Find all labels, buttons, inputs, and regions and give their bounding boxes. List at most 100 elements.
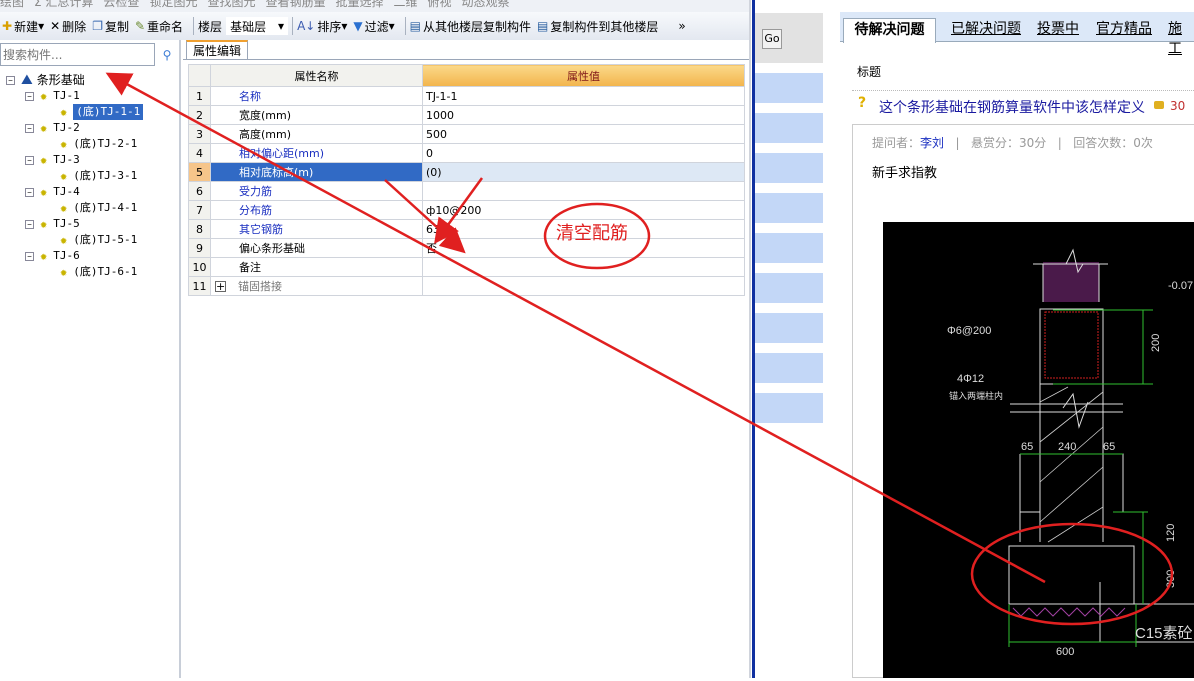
top-toolbar-item[interactable]: 云检查 xyxy=(103,0,139,9)
sidebar-block[interactable] xyxy=(755,393,823,423)
property-name: 偏心条形基础 xyxy=(210,238,423,258)
sidebar-block[interactable] xyxy=(755,233,823,263)
collapse-icon[interactable]: − xyxy=(25,155,34,165)
top-toolbar-item[interactable]: 动态观察 xyxy=(462,0,510,9)
tree-item-group[interactable]: − ✹ TJ-6 xyxy=(25,248,80,264)
tree-root[interactable]: − ⛰ 条形基础 xyxy=(6,72,85,88)
new-button[interactable]: ✚ 新建 ▾ xyxy=(2,18,44,35)
tab-construction[interactable]: 施工 xyxy=(1168,18,1194,58)
cad-drawing: Φ6@200 4Φ12 锚入两端柱内 -0.07 200 65 240 65 1… xyxy=(947,248,1194,658)
asker-link[interactable]: 李刘 xyxy=(920,136,944,150)
table-row[interactable]: 2 宽度(mm) 1000 xyxy=(188,105,745,125)
property-value[interactable]: (0) xyxy=(422,162,745,182)
top-toolbar-item[interactable]: Σ 汇总计算 xyxy=(34,0,93,9)
collapse-icon[interactable]: − xyxy=(25,91,34,101)
component-icon: ✹ xyxy=(40,153,48,167)
rename-icon: ✎ xyxy=(134,19,146,33)
annotation-text: 清空配筋 xyxy=(556,223,628,244)
copy-to-floor-button[interactable]: ▤ 复制构件到其他楼层 xyxy=(537,18,658,35)
property-name: 受力筋 xyxy=(210,181,423,201)
top-toolbar-item[interactable]: 批量选择 xyxy=(335,0,383,9)
top-toolbar-item[interactable]: 查看钢筋量 xyxy=(265,0,325,9)
tree-item-group[interactable]: − ✹ TJ-2 xyxy=(25,120,80,136)
collapse-icon[interactable]: − xyxy=(25,187,34,197)
top-toolbar-item[interactable]: 俯视 xyxy=(428,0,452,9)
property-name: 名称 xyxy=(210,86,423,106)
property-value[interactable] xyxy=(422,257,745,277)
table-row[interactable]: 10 备注 xyxy=(188,257,745,277)
sidebar-block[interactable] xyxy=(755,153,823,183)
filter-button[interactable]: ▼ 过滤 ▾ xyxy=(353,18,394,35)
collapse-icon[interactable]: − xyxy=(25,219,34,229)
tree-item-group[interactable]: − ✹ TJ-5 xyxy=(25,216,80,232)
search-input[interactable] xyxy=(0,43,155,66)
tab-unresolved[interactable]: 待解决问题 xyxy=(843,18,936,43)
collapse-icon[interactable]: − xyxy=(25,251,34,261)
floor-label: 楼层 xyxy=(198,19,223,34)
tab-voting[interactable]: 投票中 xyxy=(1037,18,1079,38)
question-description: 新手求指教 xyxy=(872,166,938,181)
question-link[interactable]: 这个条形基础在钢筋算量软件中该怎样定义 xyxy=(879,97,1145,117)
collapse-icon[interactable]: − xyxy=(25,123,34,133)
search-icon[interactable]: ⚲ xyxy=(156,44,178,66)
property-value[interactable]: TJ-1-1 xyxy=(422,86,745,106)
table-row[interactable]: 6 受力筋 xyxy=(188,181,745,201)
copy-from-floor-icon: ▤ xyxy=(409,19,421,33)
property-value[interactable]: ф10@200 xyxy=(422,200,745,220)
tab-official[interactable]: 官方精品 xyxy=(1096,18,1152,38)
sidebar-block[interactable] xyxy=(755,273,823,303)
property-value[interactable]: 1000 xyxy=(422,105,745,125)
top-toolbar-item[interactable]: 二维 xyxy=(394,0,418,9)
strip-foundation-icon: ⛰ xyxy=(21,72,33,88)
sidebar-block[interactable] xyxy=(755,313,823,343)
floor-select[interactable]: 基础层 ▾ xyxy=(226,17,289,35)
tree-item-child[interactable]: ✹ (底)TJ-4-1 xyxy=(60,200,137,216)
table-row[interactable]: 11 + 锚固搭接 xyxy=(188,276,745,296)
copy-from-floor-button[interactable]: ▤ 从其他楼层复制构件 xyxy=(410,18,531,35)
drawing-label: 锚入两端柱内 xyxy=(949,390,1003,401)
tab-resolved[interactable]: 已解决问题 xyxy=(951,18,1021,38)
table-row[interactable]: 1 名称 TJ-1-1 xyxy=(188,86,745,106)
sidebar-block[interactable] xyxy=(755,353,823,383)
property-value[interactable] xyxy=(422,276,745,296)
property-value[interactable]: 0 xyxy=(422,143,745,163)
row-number: 2 xyxy=(188,105,211,125)
tree-item-child[interactable]: ✹ (底)TJ-1-1 xyxy=(60,104,144,120)
tree-item-child[interactable]: ✹ (底)TJ-2-1 xyxy=(60,136,137,152)
tree-item-child[interactable]: ✹ (底)TJ-3-1 xyxy=(60,168,137,184)
sidebar-block[interactable] xyxy=(755,113,823,143)
drawing-label: 65 xyxy=(1021,441,1033,453)
tree-item-group[interactable]: − ✹ TJ-3 xyxy=(25,152,80,168)
tree-item-child[interactable]: ✹ (底)TJ-5-1 xyxy=(60,232,137,248)
question-tabs: 待解决问题 已解决问题 投票中 官方精品 施工 xyxy=(840,12,1194,57)
top-toolbar-item[interactable]: 锁定图元 xyxy=(149,0,197,9)
sort-button[interactable]: A↓ 排序 ▾ xyxy=(297,18,347,35)
tree-item-child[interactable]: ✹ (底)TJ-6-1 xyxy=(60,264,137,280)
row-number: 8 xyxy=(188,219,211,239)
drawing-label: 600 xyxy=(1056,646,1074,658)
more-button[interactable]: » xyxy=(678,19,685,33)
table-row[interactable]: 8 其它钢筋 63 xyxy=(188,219,745,239)
table-row[interactable]: 3 高度(mm) 500 xyxy=(188,124,745,144)
delete-button[interactable]: ✕ 删除 xyxy=(50,18,86,35)
go-button[interactable]: Go xyxy=(762,29,782,49)
table-row[interactable]: 7 分布筋 ф10@200 xyxy=(188,200,745,220)
collapse-icon[interactable]: − xyxy=(6,75,15,85)
row-number: 9 xyxy=(188,238,211,258)
tree-item-group[interactable]: − ✹ TJ-4 xyxy=(25,184,80,200)
rename-button[interactable]: ✎ 重命名 xyxy=(135,18,183,35)
top-toolbar-item[interactable]: 绘图 xyxy=(0,0,24,9)
sidebar-block[interactable] xyxy=(755,193,823,223)
table-row[interactable]: 4 相对偏心距(mm) 0 xyxy=(188,143,745,163)
top-toolbar-item[interactable]: 查找图元 xyxy=(207,0,255,9)
browser-sidebar: Go xyxy=(755,0,823,678)
copy-button[interactable]: ❐ 复制 xyxy=(92,18,129,35)
tab-property-edit[interactable]: 属性编辑 xyxy=(186,40,249,60)
table-row[interactable]: 9 偏心条形基础否 xyxy=(188,238,745,258)
property-value[interactable]: 500 xyxy=(422,124,745,144)
table-row[interactable]: 5 相对底标高(m) (0) xyxy=(188,162,745,182)
sidebar-block[interactable] xyxy=(755,73,823,103)
property-value[interactable] xyxy=(422,181,745,201)
tree-item-group[interactable]: − ✹ TJ-1 xyxy=(25,88,80,104)
expand-icon[interactable]: + xyxy=(215,281,226,292)
